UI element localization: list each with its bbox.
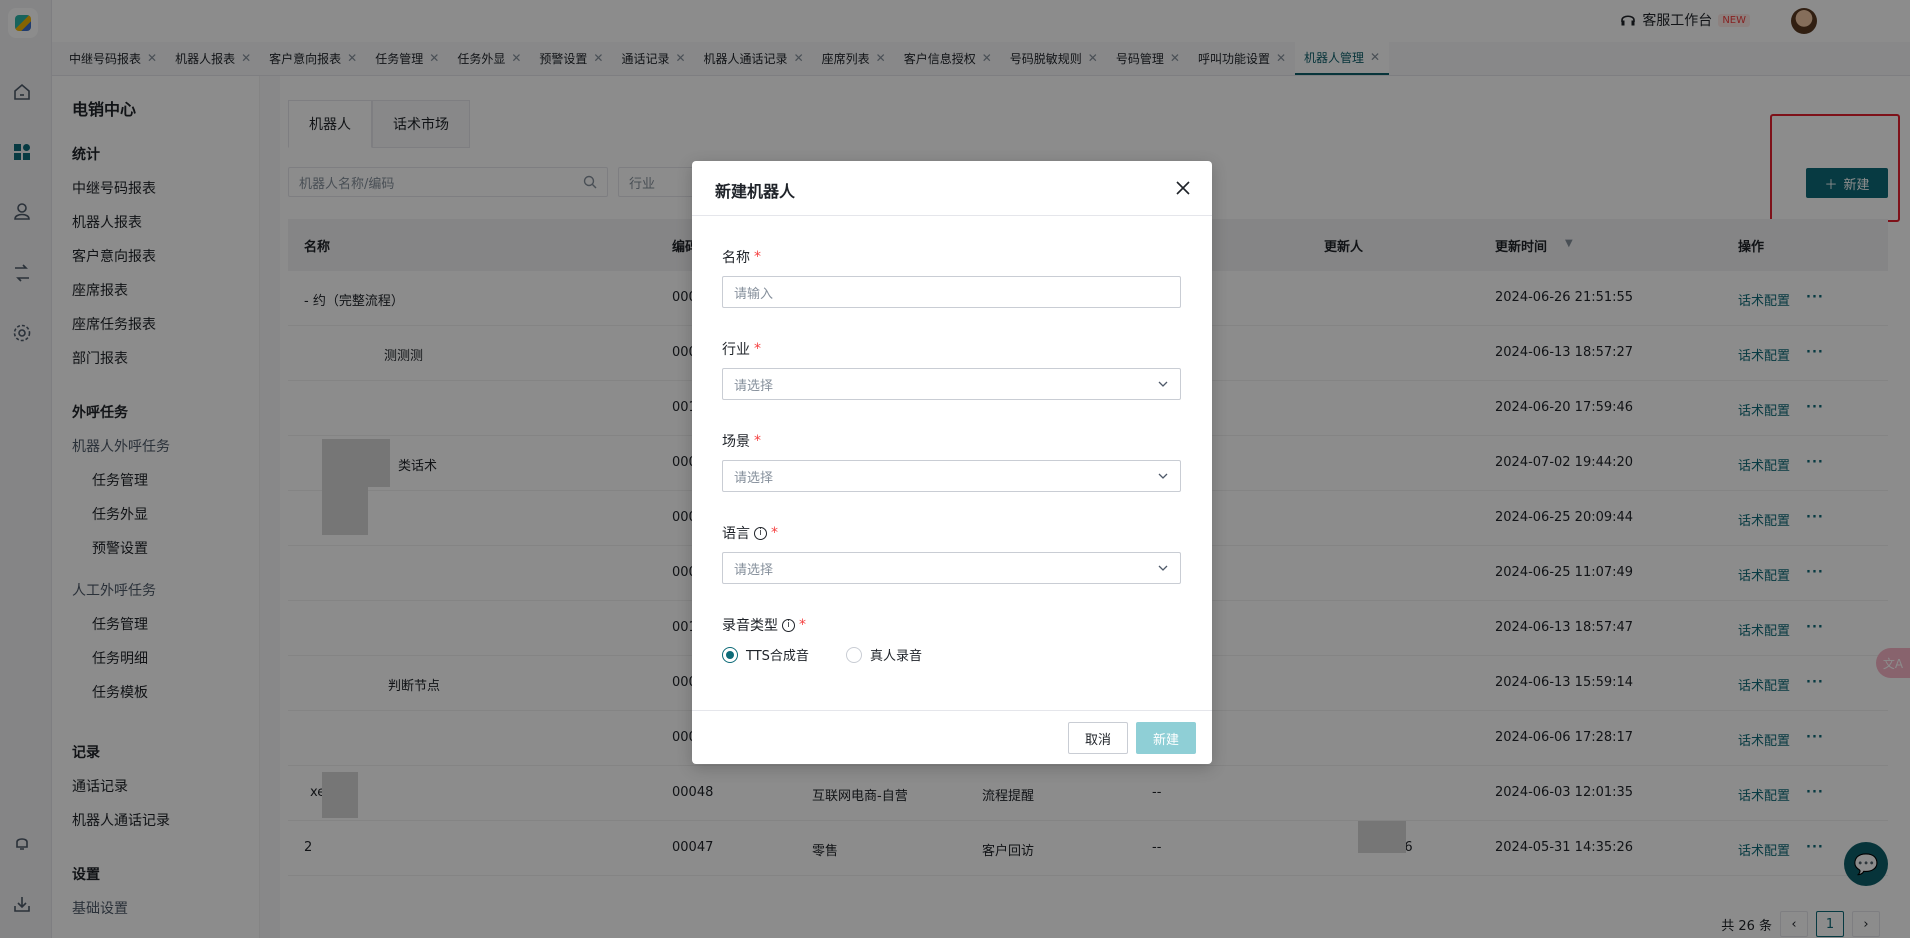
required-mark: * xyxy=(754,249,761,265)
chevron-down-icon xyxy=(1158,381,1168,387)
chevron-down-icon xyxy=(1158,473,1168,479)
radio-human-label: 真人录音 xyxy=(870,649,923,664)
name-field-label: 名称 * xyxy=(722,247,761,267)
required-mark: * xyxy=(754,433,761,449)
info-icon[interactable]: i xyxy=(754,526,767,540)
name-placeholder: 请输入 xyxy=(734,286,774,302)
dialog-title: 新建机器人 xyxy=(715,182,796,201)
cancel-button[interactable]: 取消 xyxy=(1068,722,1128,754)
record-type-field-label: 录音类型 i * xyxy=(722,615,806,635)
required-mark: * xyxy=(754,341,761,357)
scene-field-label: 场景 * xyxy=(722,431,761,451)
name-label: 名称 xyxy=(722,250,750,266)
required-mark: * xyxy=(799,617,806,633)
info-icon[interactable]: i xyxy=(782,618,795,632)
language-placeholder: 请选择 xyxy=(734,562,774,578)
dialog-header: 新建机器人 xyxy=(692,161,1212,216)
scene-label: 场景 xyxy=(722,434,750,450)
language-field-label: 语言 i * xyxy=(722,523,778,543)
language-select[interactable]: 请选择 xyxy=(722,552,1181,584)
name-input[interactable]: 请输入 xyxy=(722,276,1181,308)
dialog-footer: 取消 新建 xyxy=(692,710,1212,764)
radio-human[interactable]: 真人录音 xyxy=(846,645,922,664)
required-mark: * xyxy=(771,525,778,541)
scene-placeholder: 请选择 xyxy=(734,470,774,486)
radio-tts-label: TTS合成音 xyxy=(746,649,809,664)
radio-unchecked[interactable] xyxy=(846,646,862,663)
industry-label: 行业 xyxy=(722,342,750,358)
chevron-down-icon xyxy=(1158,565,1168,571)
close-icon[interactable] xyxy=(1174,179,1192,197)
create-button[interactable]: 新建 xyxy=(1136,722,1196,754)
radio-checked[interactable] xyxy=(722,646,738,663)
language-label: 语言 xyxy=(722,526,750,542)
new-robot-dialog: 新建机器人 名称 * 请输入 行业 * 请选择 场景 * 请选择 语言 i * 请选择… xyxy=(692,161,1212,764)
industry-select[interactable]: 请选择 xyxy=(722,368,1181,400)
radio-tts[interactable]: TTS合成音 xyxy=(722,645,809,664)
scene-select[interactable]: 请选择 xyxy=(722,460,1181,492)
industry-placeholder: 请选择 xyxy=(734,378,774,394)
industry-field-label: 行业 * xyxy=(722,339,761,359)
record-type-label: 录音类型 xyxy=(722,618,778,634)
